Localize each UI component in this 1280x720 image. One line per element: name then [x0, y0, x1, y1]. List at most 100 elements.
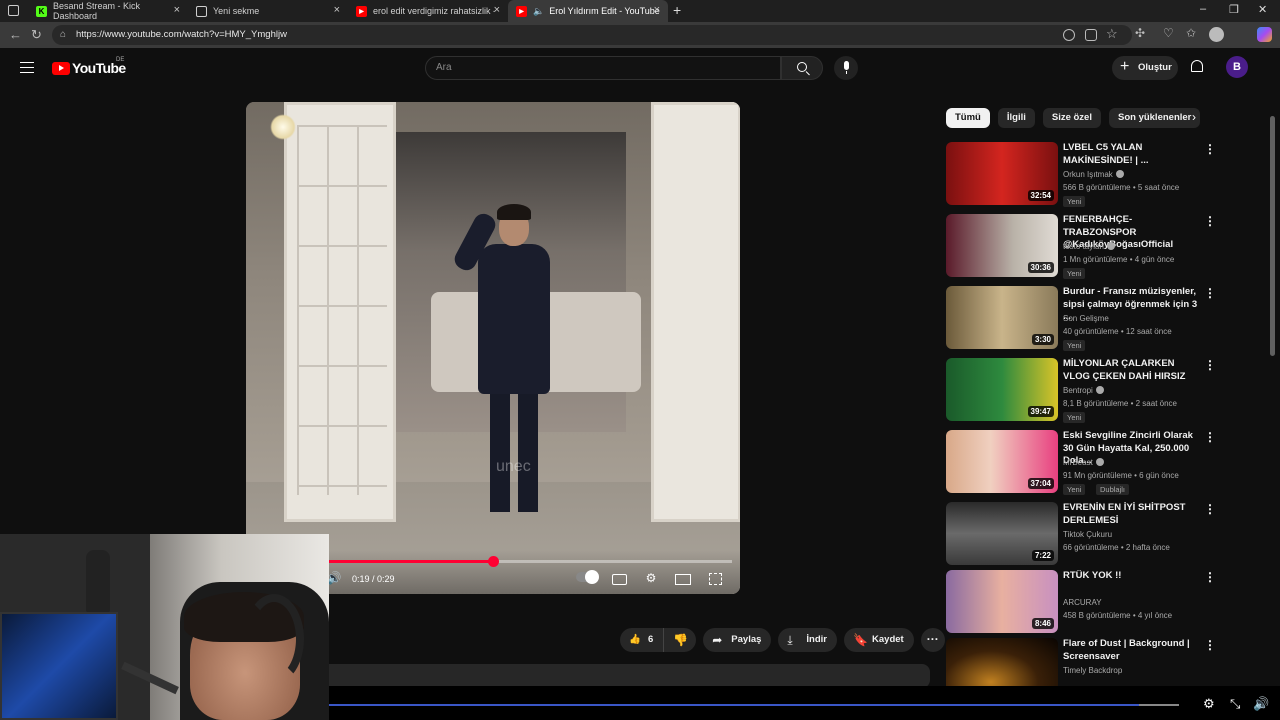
settings-gear-icon[interactable]: ⚙: [643, 570, 659, 586]
subtitles-icon[interactable]: [612, 574, 627, 585]
extensions-icon[interactable]: ✣: [1135, 26, 1145, 40]
video-door-left: [284, 102, 396, 522]
channel-name[interactable]: Tiktok Çukuru: [1063, 530, 1112, 539]
minimize-icon[interactable]: –: [1200, 3, 1206, 15]
video-player[interactable]: unec 🔊 0:19 / 0:29 ⚙: [246, 102, 740, 594]
more-vert-icon[interactable]: ⋮: [1204, 430, 1216, 444]
video-thumbnail[interactable]: 32:54: [946, 142, 1058, 205]
video-thumbnail[interactable]: 3:30: [946, 286, 1058, 349]
video-thumbnail[interactable]: 30:36: [946, 214, 1058, 277]
close-icon[interactable]: ×: [334, 4, 340, 16]
browser-tab-youtube-search[interactable]: ▶ erol edit verdigimiz rahatsizlik - Y ×: [348, 0, 508, 22]
browser-tab-youtube-active[interactable]: ▶ 🔈 Erol Yıldırım Edit - YouTube ×: [508, 0, 668, 22]
channel-name[interactable]: Timely Backdrop: [1063, 666, 1122, 675]
address-bar[interactable]: ⌂ https://www.youtube.com/watch?v=HMY_Ym…: [52, 25, 1132, 45]
more-vert-icon[interactable]: ⋮: [1204, 142, 1216, 156]
video-thumbnail[interactable]: 7:22: [946, 502, 1058, 565]
recommendation-title[interactable]: RTÜK YOK !!: [1063, 570, 1203, 583]
favorite-star-icon[interactable]: ☆: [1106, 26, 1118, 42]
maximize-icon[interactable]: ❐: [1229, 3, 1239, 16]
channel-name[interactable]: testo taylan: [1063, 242, 1115, 251]
verified-icon: [1095, 458, 1104, 466]
description-box[interactable]: [246, 664, 930, 688]
download-button[interactable]: ⤓ İndir: [778, 628, 838, 652]
recommendation-item[interactable]: 3:30 Burdur - Fransız müzisyenler, sipsi …: [946, 286, 1216, 352]
recommendation-item[interactable]: 37:04 Eski Sevgiline Zincirli Olarak 30 G…: [946, 430, 1216, 496]
volume-icon[interactable]: 🔊: [1253, 696, 1269, 712]
new-tab-icon: [196, 5, 207, 17]
profile-icon[interactable]: [1209, 27, 1224, 42]
reload-icon[interactable]: ↻: [31, 27, 42, 43]
chip-for-you[interactable]: Size özel: [1042, 108, 1101, 128]
notifications-bell-icon[interactable]: [1191, 60, 1203, 72]
recommendation-title[interactable]: LVBEL C5 YALAN MAKİNESİNDE! | ...: [1063, 142, 1203, 167]
account-avatar[interactable]: B: [1226, 56, 1248, 78]
like-button[interactable]: 👍 6: [620, 628, 665, 652]
webcam-figurine: [86, 550, 110, 612]
tab-actions-icon[interactable]: [8, 5, 19, 16]
recommendation-title[interactable]: EVRENİN EN İYİ SHİTPOST DERLEMESİ: [1063, 502, 1203, 527]
close-icon[interactable]: ×: [174, 4, 180, 16]
chip-all[interactable]: Tümü: [946, 108, 990, 128]
search-button[interactable]: [781, 56, 823, 80]
channel-name[interactable]: MrBeast: [1063, 458, 1104, 467]
channel-name[interactable]: Bentropi: [1063, 386, 1104, 395]
collapse-icon[interactable]: ⤡: [1230, 696, 1240, 712]
more-vert-icon[interactable]: ⋮: [1204, 570, 1216, 584]
close-icon[interactable]: ×: [654, 4, 660, 16]
new-tab-button[interactable]: +: [673, 2, 681, 18]
scrollbar[interactable]: [1268, 96, 1276, 716]
more-actions-button[interactable]: ···: [920, 628, 945, 652]
recommendation-item[interactable]: 32:54 LVBEL C5 YALAN MAKİNESİNDE! | ... Or…: [946, 142, 1216, 208]
search-input[interactable]: Ara: [425, 56, 781, 80]
app-available-icon[interactable]: [1085, 29, 1097, 41]
share-button[interactable]: ➦ Paylaş: [703, 628, 772, 652]
autoplay-toggle[interactable]: [576, 570, 599, 584]
dislike-button[interactable]: 👎: [664, 628, 696, 652]
scrubber-handle[interactable]: [488, 556, 499, 567]
chip-recently-uploaded[interactable]: Son yüklenenler: [1108, 108, 1201, 128]
fullscreen-icon[interactable]: [709, 573, 722, 585]
youtube-logo[interactable]: YouTube DE: [52, 57, 126, 76]
audio-playing-icon[interactable]: 🔈: [533, 6, 544, 17]
recommendation-item[interactable]: 30:36 FENERBAHÇE-TRABZONSPOR @KadıköyBoğa…: [946, 214, 1216, 280]
window-close-icon[interactable]: ✕: [1258, 3, 1267, 16]
browser-tab-new[interactable]: Yeni sekme ×: [188, 0, 348, 22]
browser-essentials-icon[interactable]: ♡: [1163, 26, 1174, 40]
create-button[interactable]: + Oluştur: [1112, 56, 1178, 80]
chevron-right-icon[interactable]: ›: [1192, 110, 1196, 124]
menu-icon[interactable]: [20, 62, 34, 73]
channel-name[interactable]: Orkun Işıtmak: [1063, 170, 1124, 179]
more-vert-icon[interactable]: ⋮: [1204, 638, 1216, 652]
recommendation-item[interactable]: 7:22 EVRENİN EN İYİ SHİTPOST DERLEMESİ Tik…: [946, 502, 1216, 568]
more-vert-icon[interactable]: ⋮: [1204, 286, 1216, 300]
browser-tab-kick[interactable]: K Besand Stream - Kick Dashboard ×: [28, 0, 188, 22]
back-arrow-icon[interactable]: ←: [9, 27, 22, 42]
channel-name[interactable]: Son Gelişme: [1063, 314, 1109, 323]
more-vert-icon[interactable]: ⋮: [1204, 358, 1216, 372]
video-thumbnail[interactable]: 39:47: [946, 358, 1058, 421]
duration-badge: 32:54: [1027, 190, 1054, 201]
settings-gear-icon[interactable]: ⚙: [1203, 696, 1215, 712]
site-info-icon[interactable]: ⌂: [60, 25, 66, 45]
recommendation-title[interactable]: MİLYONLAR ÇALARKEN VLOG ÇEKEN DAHİ HIRSI…: [1063, 358, 1203, 383]
copilot-icon[interactable]: [1257, 27, 1272, 42]
voice-search-button[interactable]: [834, 56, 858, 80]
translate-icon[interactable]: [1063, 29, 1075, 41]
save-button[interactable]: 🔖 Kaydet: [844, 628, 914, 652]
video-thumbnail[interactable]: 37:04: [946, 430, 1058, 493]
recommendation-item[interactable]: 8:46 RTÜK YOK !! ARCURAY 458 B görüntüleme …: [946, 570, 1216, 636]
overlay-player-bar: ⚙ ⤡ 🔊: [329, 686, 1280, 720]
favorites-icon[interactable]: ✩: [1186, 26, 1196, 40]
more-vert-icon[interactable]: ⋮: [1204, 214, 1216, 228]
close-icon[interactable]: ×: [494, 4, 500, 16]
channel-name[interactable]: ARCURAY: [1063, 598, 1102, 607]
more-vert-icon[interactable]: ⋮: [1204, 502, 1216, 516]
scrollbar-thumb[interactable]: [1270, 116, 1275, 356]
recommendation-title[interactable]: Flare of Dust | Background | Screensaver: [1063, 638, 1203, 663]
video-thumbnail[interactable]: 8:46: [946, 570, 1058, 633]
recommendation-item[interactable]: 39:47 MİLYONLAR ÇALARKEN VLOG ÇEKEN DAHİ …: [946, 358, 1216, 424]
masthead: YouTube DE Ara + Oluştur B: [0, 48, 1280, 88]
chip-related[interactable]: İlgili: [997, 108, 1035, 128]
theater-mode-icon[interactable]: [675, 574, 691, 585]
